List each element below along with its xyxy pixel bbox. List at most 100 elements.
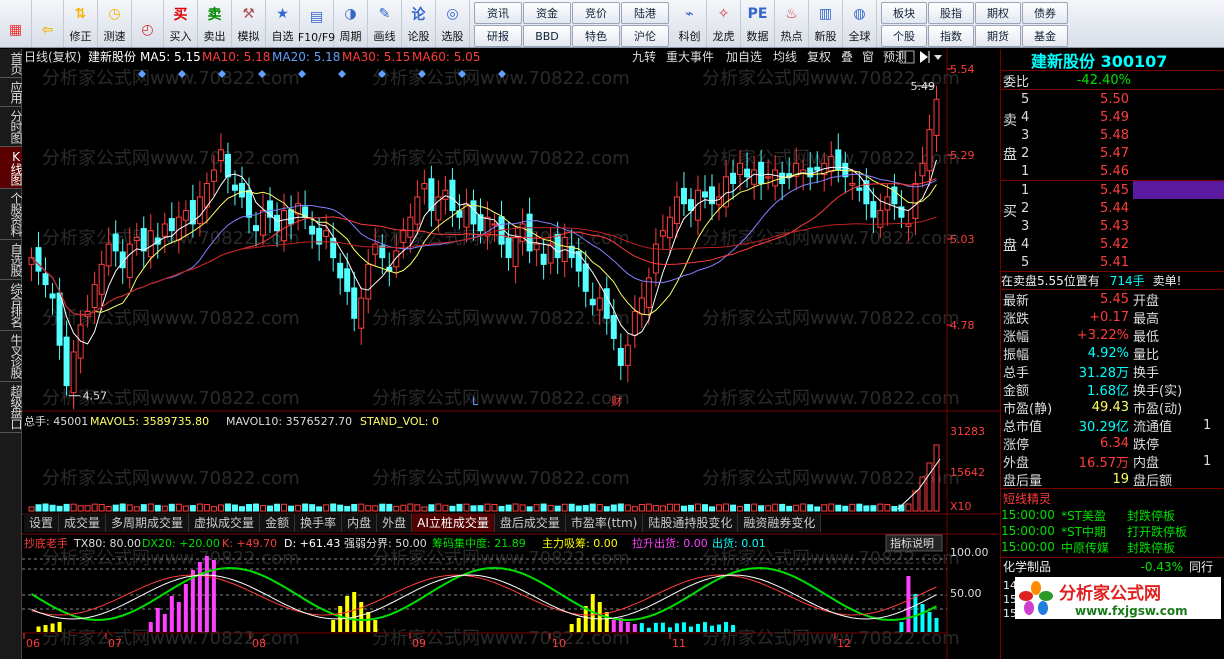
indicator-tab-5[interactable]: 换手率 bbox=[295, 514, 343, 532]
toolbar2-button-2[interactable]: PE 数据 bbox=[741, 0, 775, 47]
toolbar-button-10[interactable]: ◑ 周期 bbox=[334, 0, 368, 47]
watermark-text: 分析家公式网www.70822.com bbox=[372, 148, 630, 169]
volume-bar bbox=[758, 505, 765, 512]
indicator-tab-6[interactable]: 内盘 bbox=[342, 514, 378, 532]
chart-header-button-5[interactable]: 叠 bbox=[841, 50, 853, 64]
back-arrow-button[interactable]: ⇦ bbox=[32, 0, 64, 47]
toolbar-grid-item[interactable]: 资金 bbox=[523, 2, 571, 24]
toolbar-button-7[interactable]: ⚒ 模拟 bbox=[232, 0, 266, 47]
toolbar-button-13[interactable]: ◎ 选股 bbox=[436, 0, 470, 47]
book-level: 5 bbox=[1021, 91, 1030, 107]
toolbar-grid-item[interactable]: 陆港 bbox=[621, 2, 669, 24]
toolbar-market-item[interactable]: 债券 bbox=[1022, 2, 1068, 24]
indicator-tab-12[interactable]: 融资融券变化 bbox=[738, 514, 822, 532]
indicator-tab-4[interactable]: 金额 bbox=[260, 514, 296, 532]
book-row[interactable]: 2 5.44 bbox=[1021, 199, 1224, 217]
volume-bar bbox=[807, 504, 814, 512]
book-row[interactable]: 4 5.42 bbox=[1021, 235, 1224, 253]
volume-bar bbox=[337, 504, 344, 512]
toolbar-market-item[interactable]: 期权 bbox=[975, 2, 1021, 24]
indicator-tab-1[interactable]: 成交量 bbox=[59, 514, 107, 532]
toolbar-button-8[interactable]: ★ 自选 bbox=[266, 0, 300, 47]
left-tab-0[interactable]: 首页 bbox=[0, 49, 23, 78]
toolbar-grid-item[interactable]: 沪伦 bbox=[621, 25, 669, 47]
book-row[interactable]: 3 5.48 bbox=[1021, 126, 1224, 144]
indicator-tab-11[interactable]: 陆股通持股变化 bbox=[643, 514, 739, 532]
indicator-tab-10[interactable]: 市盈率(ttm) bbox=[566, 514, 644, 532]
book-row[interactable]: 3 5.43 bbox=[1021, 217, 1224, 235]
toolbar2-button-0[interactable]: ⌁ 科创 bbox=[673, 0, 707, 47]
left-tab-4[interactable]: 个股资料 bbox=[0, 189, 23, 240]
toolbar2-button-1[interactable]: ✧ 龙虎 bbox=[707, 0, 741, 47]
candle-body bbox=[49, 293, 56, 299]
toolbar-button-12[interactable]: 论论股 bbox=[402, 0, 436, 47]
volume-bar bbox=[386, 503, 393, 512]
toolbar-button-11[interactable]: ✎ 画线 bbox=[368, 0, 402, 47]
toolbar2-button-3[interactable]: ♨ 热点 bbox=[775, 0, 809, 47]
candle-body bbox=[849, 183, 856, 186]
toolbar-grid-item[interactable]: 竞价 bbox=[572, 2, 620, 24]
book-row[interactable]: 1 5.46 bbox=[1021, 162, 1224, 180]
sprite-row[interactable]: 15:00:00 *ST中期 打开跌停板 bbox=[1001, 523, 1224, 539]
book-row[interactable]: 5 5.50 bbox=[1021, 90, 1224, 108]
volume-bar bbox=[217, 504, 224, 512]
chart-header-button-3[interactable]: 均线 bbox=[773, 50, 797, 64]
indicator-tab-2[interactable]: 多周期成交量 bbox=[106, 514, 190, 532]
book-row[interactable]: 1 5.45 bbox=[1021, 181, 1224, 199]
toolbar-market-item[interactable]: 个股 bbox=[881, 25, 927, 47]
windows-logo-button[interactable]: ▦ bbox=[0, 0, 32, 47]
toolbar-market-item[interactable]: 指数 bbox=[928, 25, 974, 47]
chart-header-button-7[interactable]: 预测 bbox=[883, 50, 907, 64]
left-tab-7[interactable]: 牛叉诊股 bbox=[0, 331, 23, 382]
toolbar-market-item[interactable]: 股指 bbox=[928, 2, 974, 24]
chart-header-button-2[interactable]: 加自选 bbox=[726, 50, 762, 64]
toolbar2-button-5[interactable]: ◍ 全球 bbox=[843, 0, 877, 47]
book-level: 4 bbox=[1021, 109, 1030, 125]
kechuang-icon: ⌁ bbox=[685, 6, 694, 22]
sprite-row[interactable]: 15:00:00 *ST美盈 封跌停板 bbox=[1001, 507, 1224, 523]
sprite-title[interactable]: 短线精灵 bbox=[1001, 489, 1224, 507]
toolbar-button-2[interactable]: ⇅ 修正 bbox=[64, 0, 98, 47]
f10-icon: ▤ bbox=[309, 9, 324, 25]
volume-bar bbox=[105, 506, 112, 512]
volume-bar bbox=[168, 503, 175, 512]
left-tab-3[interactable]: K线图 bbox=[0, 147, 23, 189]
toolbar-button-6[interactable]: 卖卖出 bbox=[198, 0, 232, 47]
book-row[interactable]: 5 5.41 bbox=[1021, 253, 1224, 271]
kline-chart[interactable]: 分析家公式网www.70822.com 分析家公式网www.70822.com 分析… bbox=[22, 49, 1000, 659]
indicator-tab-8[interactable]: AI立桩成交量 bbox=[412, 514, 495, 532]
sprite-row[interactable]: 15:00:00 中原传媒 封跌停板 bbox=[1001, 539, 1224, 555]
indicator-tab-7[interactable]: 外盘 bbox=[377, 514, 413, 532]
toolbar-market-item[interactable]: 板块 bbox=[881, 2, 927, 24]
indicator-tab-9[interactable]: 盘后成交量 bbox=[495, 514, 566, 532]
left-tab-5[interactable]: 自选股 bbox=[0, 240, 23, 280]
indicator-tab-0[interactable]: 设置 bbox=[24, 514, 60, 532]
candle-body bbox=[63, 336, 70, 387]
clock-button[interactable]: ◴ bbox=[132, 0, 164, 47]
toolbar-grid-item[interactable]: 特色 bbox=[572, 25, 620, 47]
indicator-tab-3[interactable]: 虚拟成交量 bbox=[189, 514, 261, 532]
chart-header-button-1[interactable]: 重大事件 bbox=[666, 50, 714, 64]
chart-header-button-0[interactable]: 九转 bbox=[632, 49, 656, 64]
left-tab-6[interactable]: 综合排名 bbox=[0, 280, 23, 331]
volume-bar bbox=[126, 504, 133, 512]
left-tab-8[interactable]: 超级盘口 bbox=[0, 382, 23, 433]
toolbar-button-9[interactable]: ▤ F10/F9 bbox=[298, 0, 335, 47]
book-row[interactable]: 2 5.47 bbox=[1021, 144, 1224, 162]
toolbar2-button-4[interactable]: ▥ 新股 bbox=[809, 0, 843, 47]
toolbar-grid-item[interactable]: BBD bbox=[523, 25, 571, 47]
toolbar-grid-item[interactable]: 研报 bbox=[474, 25, 522, 47]
left-tab-2[interactable]: 分时图 bbox=[0, 107, 23, 147]
sprite-stock: 中原传媒 bbox=[1061, 540, 1110, 555]
left-tab-1[interactable]: 应用 bbox=[0, 78, 23, 107]
book-row[interactable]: 4 5.49 bbox=[1021, 108, 1224, 126]
toolbar-button-3[interactable]: ◷ 测速 bbox=[98, 0, 132, 47]
toolbar-button-5[interactable]: 买买入 bbox=[164, 0, 198, 47]
candle-body bbox=[582, 263, 589, 292]
chart-header-button-4[interactable]: 复权 bbox=[807, 50, 831, 64]
toolbar-market-item[interactable]: 基金 bbox=[1022, 25, 1068, 47]
volume-bar bbox=[582, 505, 589, 512]
chart-header-button-6[interactable]: 窗 bbox=[862, 50, 874, 64]
toolbar-market-item[interactable]: 期货 bbox=[975, 25, 1021, 47]
toolbar-grid-item[interactable]: 资讯 bbox=[474, 2, 522, 24]
